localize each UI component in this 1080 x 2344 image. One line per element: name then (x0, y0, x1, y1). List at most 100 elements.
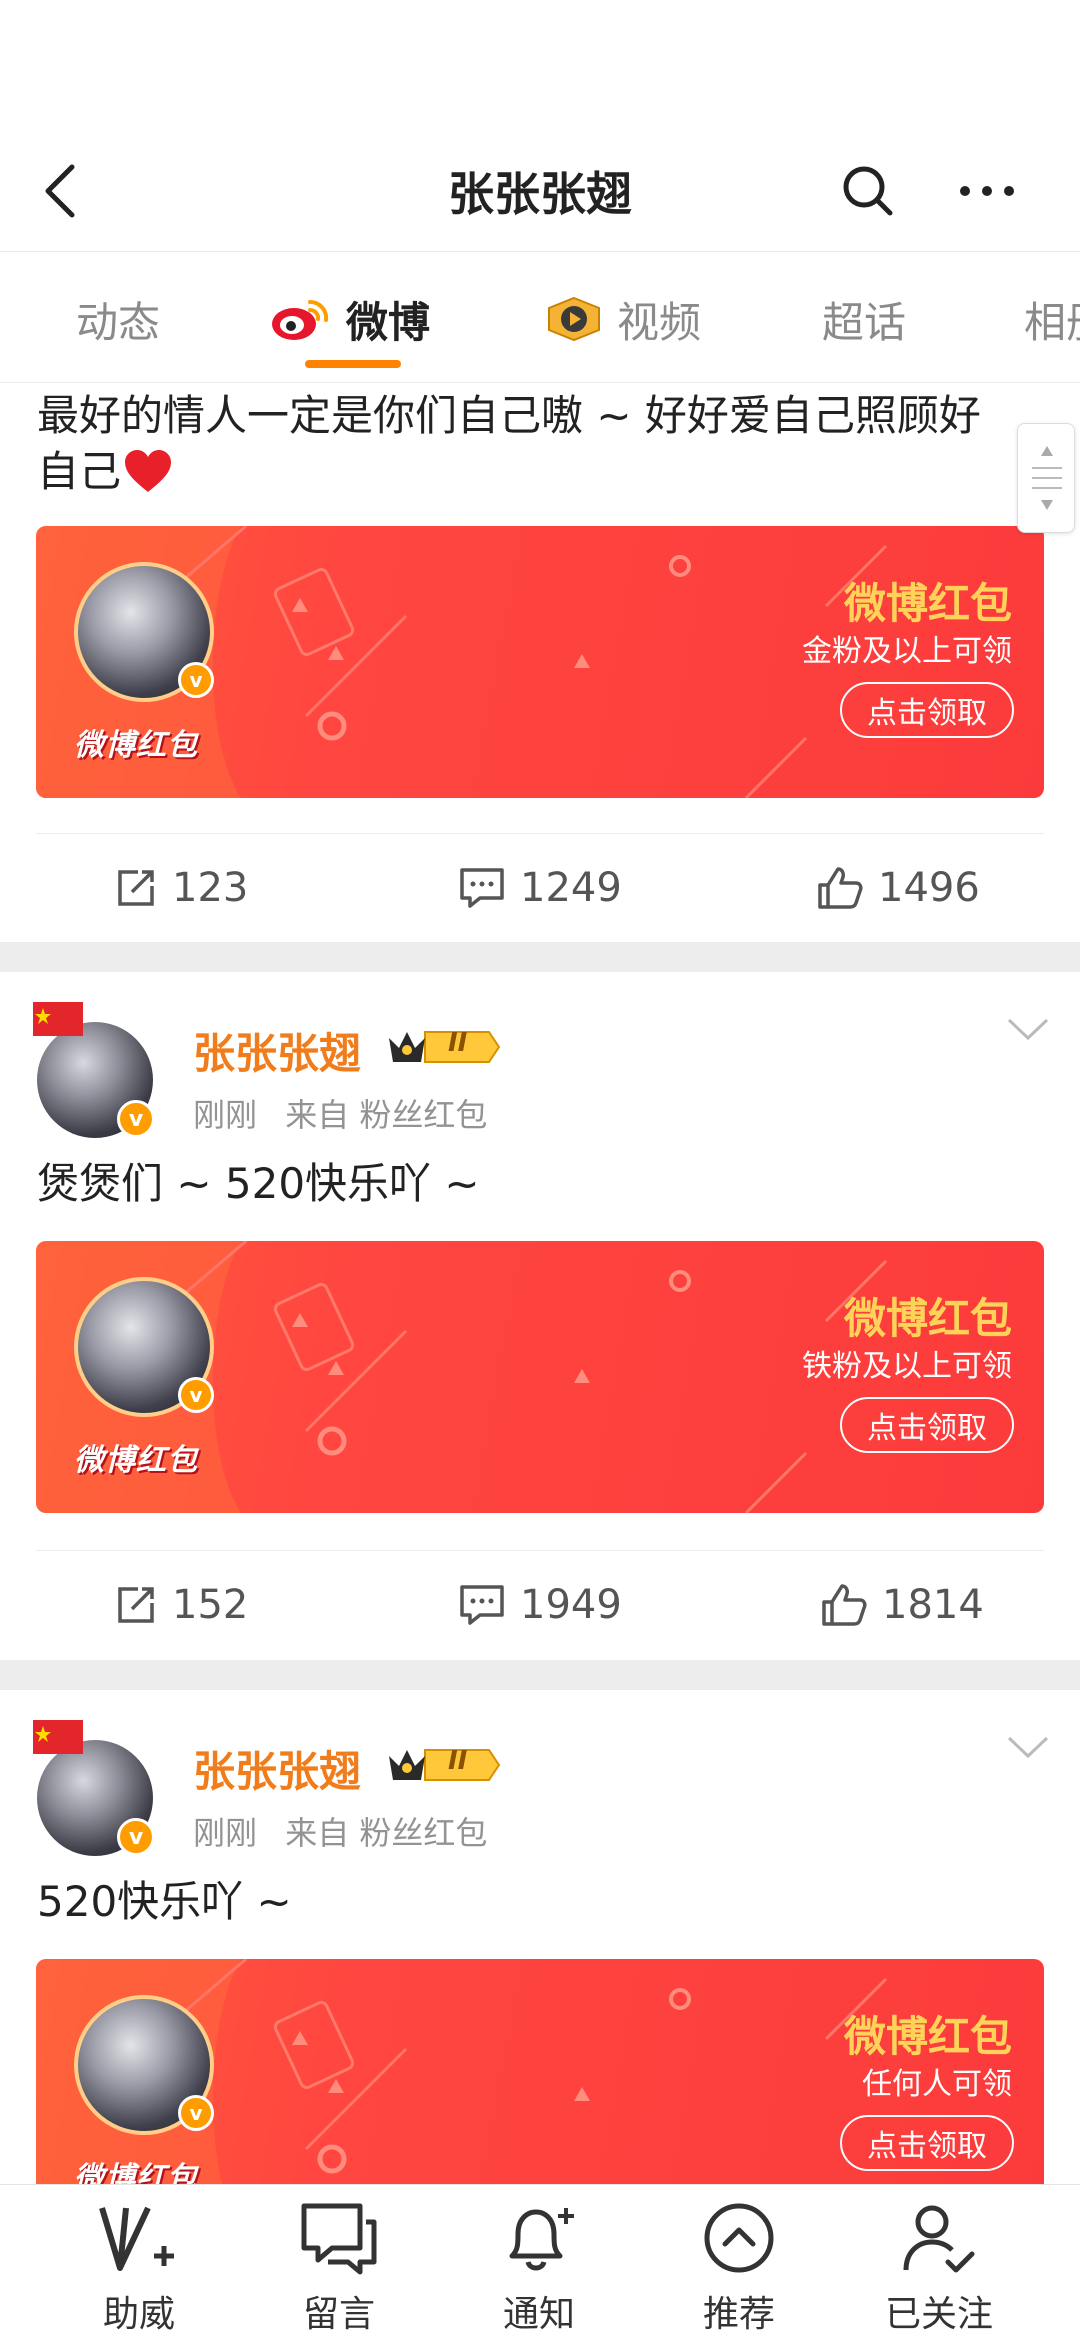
post-card: v 张张张翅 II 刚刚 来自 粉丝红包 520快乐吖 ~ v 微博红包 微博红… (0, 1690, 1080, 2184)
post-text: 煲煲们 ~ 520快乐吖 ~ (37, 1159, 480, 1208)
tab-label: 超话 (822, 297, 907, 347)
red-envelope-card[interactable]: v 微博红包 微博红包 铁粉及以上可领 点击领取 (36, 1241, 1044, 1513)
repost-icon (114, 866, 158, 910)
claim-button[interactable]: 点击领取 (840, 1397, 1014, 1453)
scroll-indicator[interactable] (1017, 423, 1075, 533)
red-envelope-card[interactable]: v 微博红包 微博红包 任何人可领 点击领取 (36, 1959, 1044, 2184)
message-board-icon (294, 2199, 384, 2277)
claim-button[interactable]: 点击领取 (840, 2115, 1014, 2171)
card-logo-text: 微博红包 (74, 728, 198, 763)
chevron-down-icon[interactable] (1005, 1010, 1051, 1050)
tab-album[interactable]: 相册 (1024, 289, 1080, 349)
weibo-profile-page: 张张张翅 动态 微博 视频 超话 相 最好的情人一定是你们自己嗷 ~ 好好爱自己… (0, 0, 1080, 2344)
verified-badge-icon: v (117, 1818, 155, 1856)
recommend-up-icon (694, 2199, 784, 2277)
tab-label: 动态 (76, 297, 161, 347)
nav-recommend[interactable]: 推荐 (669, 2199, 809, 2339)
nav-message[interactable]: 留言 (269, 2199, 409, 2339)
nav-support[interactable]: 助威 (69, 2199, 209, 2339)
feed: 最好的情人一定是你们自己嗷 ~ 好好爱自己照顾好 自己 v 微博红包 微博红包 … (0, 384, 1080, 2184)
nav-label: 助威 (102, 2294, 175, 2335)
user-check-icon (894, 2199, 984, 2277)
card-logo-text: 微博红包 (74, 1443, 198, 1478)
claim-button[interactable]: 点击领取 (840, 682, 1014, 738)
username[interactable]: 张张张翅 (193, 1020, 361, 1081)
repost-count: 123 (172, 865, 249, 911)
tab-video[interactable]: 视频 (545, 289, 701, 349)
vip-crown-badge-icon (389, 1749, 501, 1781)
avatar[interactable]: v (33, 1720, 155, 1856)
post-meta: 刚刚 来自 粉丝红包 (193, 1808, 505, 1854)
nav-label: 已关注 (884, 2294, 993, 2335)
tab-label: 视频 (617, 297, 702, 347)
status-bar (0, 0, 1080, 130)
like-button[interactable]: 1814 (820, 1579, 984, 1631)
comment-icon (458, 866, 506, 910)
search-button[interactable] (833, 155, 903, 227)
profile-tabs: 动态 微博 视频 超话 相 (0, 253, 1080, 383)
like-count: 1814 (882, 1582, 984, 1628)
support-v-plus-icon (94, 2199, 184, 2277)
verified-badge-icon: v (178, 2095, 214, 2131)
post-card: v 张张张翅 II 刚刚 来自 粉丝红包 煲煲们 ~ 520快乐吖 ~ v 微博… (0, 972, 1080, 1660)
more-dots-icon (960, 186, 1014, 196)
comment-count: 1249 (520, 865, 622, 911)
card-title: 微博红包 (843, 1294, 1012, 1343)
tab-dynamics[interactable]: 动态 (76, 289, 160, 349)
post-text: 520快乐吖 ~ (37, 1877, 292, 1926)
post-source: 来自 粉丝红包 (285, 1096, 488, 1134)
thumbs-up-icon (820, 1582, 868, 1628)
card-subtitle: 金粉及以上可领 (802, 634, 1012, 669)
tab-weibo[interactable]: 微博 (270, 289, 430, 349)
comment-button[interactable]: 1949 (458, 1579, 622, 1631)
card-title: 微博红包 (843, 579, 1012, 628)
video-badge-icon (545, 294, 603, 344)
repost-button[interactable]: 152 (114, 1579, 248, 1631)
post-actions: 123 1249 1496 (36, 833, 1044, 939)
nav-notify[interactable]: 通知 (469, 2199, 609, 2339)
more-button[interactable] (952, 155, 1022, 227)
vip-level: II (448, 1746, 468, 1776)
username[interactable]: 张张张翅 (193, 1738, 361, 1799)
vip-crown-badge-icon (389, 1031, 501, 1063)
post-meta: 刚刚 来自 粉丝红包 (193, 1090, 505, 1136)
active-tab-indicator (305, 360, 401, 368)
china-flag-icon (33, 1002, 83, 1036)
post-actions: 152 1949 1814 (36, 1550, 1044, 1656)
weibo-logo-icon (270, 294, 332, 344)
comment-button[interactable]: 1249 (458, 862, 622, 914)
post-text: 最好的情人一定是你们自己嗷 ~ 好好爱自己照顾好 自己 (37, 391, 981, 496)
nav-followed[interactable]: 已关注 (869, 2199, 1009, 2339)
card-title: 微博红包 (843, 2012, 1012, 2061)
card-logo-text: 微博红包 (74, 2161, 198, 2184)
verified-badge-icon: v (117, 1100, 155, 1138)
vip-level: II (448, 1028, 468, 1058)
search-icon (843, 166, 893, 216)
red-envelope-card[interactable]: v 微博红包 微博红包 金粉及以上可领 点击领取 (36, 526, 1044, 798)
like-button[interactable]: 1496 (816, 862, 980, 914)
post-time: 刚刚 (193, 1814, 258, 1852)
avatar[interactable]: v (33, 1002, 155, 1138)
china-flag-icon (33, 1720, 83, 1754)
tab-supertopic[interactable]: 超话 (822, 289, 906, 349)
card-subtitle: 铁粉及以上可领 (802, 1349, 1012, 1384)
bell-plus-icon (494, 2199, 584, 2277)
verified-badge-icon: v (178, 1377, 214, 1413)
page-title: 张张张翅 (448, 167, 632, 221)
card-subtitle: 任何人可领 (862, 2067, 1012, 2102)
repost-button[interactable]: 123 (114, 862, 248, 914)
post-time: 刚刚 (193, 1096, 258, 1134)
bottom-nav: 助威 留言 通知 推荐 已关注 (0, 2184, 1080, 2344)
post-separator (0, 1660, 1080, 1690)
tab-label: 微博 (346, 297, 431, 347)
top-header: 张张张翅 (0, 130, 1080, 252)
nav-label: 推荐 (702, 2294, 775, 2335)
comment-count: 1949 (520, 1582, 622, 1628)
nav-label: 留言 (302, 2294, 375, 2335)
nav-label: 通知 (502, 2294, 575, 2335)
like-count: 1496 (878, 865, 980, 911)
repost-icon (114, 1583, 158, 1627)
red-heart-icon (125, 450, 172, 492)
chevron-down-icon[interactable] (1005, 1728, 1051, 1768)
thumbs-up-icon (816, 865, 864, 911)
